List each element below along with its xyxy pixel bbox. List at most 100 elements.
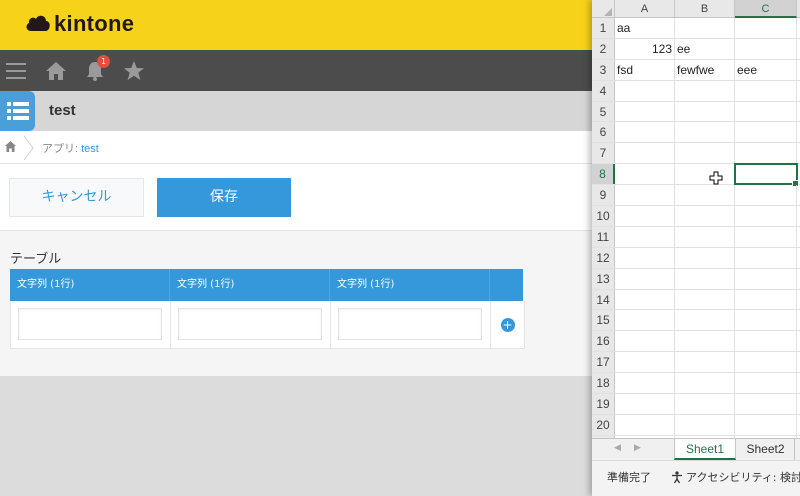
cell-b6[interactable] [675,122,735,143]
cell-c9[interactable] [735,185,797,206]
cell-a14[interactable] [615,289,675,310]
cell-a1[interactable]: aa [615,18,675,38]
notification-bell-icon[interactable]: 1 [80,50,110,91]
cell-c18[interactable] [735,373,797,394]
cell-b10[interactable] [675,206,735,226]
column-header-a[interactable]: A [615,0,675,18]
cell-a5[interactable] [615,101,675,122]
cell-a12[interactable] [615,247,675,268]
row-header[interactable]: 10 [592,206,615,226]
row-header[interactable]: 14 [592,289,615,310]
row-header[interactable]: 5 [592,101,615,122]
row-header[interactable]: 8 [592,164,615,185]
cell-c5[interactable] [735,101,797,122]
cell-b4[interactable] [675,80,735,101]
cell-a15[interactable] [615,310,675,331]
cell-c15[interactable] [735,310,797,331]
cell-a4[interactable] [615,80,675,101]
text-field[interactable] [18,308,162,340]
breadcrumb-home-icon[interactable] [4,140,17,153]
cell-c16[interactable] [735,331,797,352]
cell-b19[interactable] [675,394,735,414]
save-button[interactable]: 保存 [157,178,291,217]
cell-a6[interactable] [615,122,675,143]
cell-a19[interactable] [615,394,675,414]
row-header[interactable]: 19 [592,394,615,414]
accessibility-status[interactable]: アクセシビリティ: 検討が必要 [686,469,800,485]
row-header[interactable]: 18 [592,373,615,394]
row-header[interactable]: 17 [592,352,615,373]
cell-a17[interactable] [615,352,675,373]
cell-b18[interactable] [675,373,735,394]
cell-a11[interactable] [615,226,675,247]
text-field[interactable] [338,308,482,340]
app-list-icon[interactable] [0,91,35,131]
text-field[interactable] [178,308,322,340]
cell-b20[interactable] [675,414,735,435]
cell-a9[interactable] [615,185,675,206]
cell-b14[interactable] [675,289,735,310]
row-header[interactable]: 16 [592,331,615,352]
cell-a20[interactable] [615,414,675,435]
cell-b3[interactable]: fewfwe [675,59,735,80]
cell-b16[interactable] [675,331,735,352]
cancel-button[interactable]: キャンセル [9,178,144,217]
cell-c7[interactable] [735,143,797,164]
cell-c13[interactable] [735,268,797,289]
cell-a13[interactable] [615,268,675,289]
breadcrumb-app-link[interactable]: test [81,143,99,155]
cell-b5[interactable] [675,101,735,122]
column-header-c[interactable]: C [735,0,797,18]
cell-b8[interactable] [675,164,735,185]
cell-c4[interactable] [735,80,797,101]
cell-a3[interactable]: fsd [615,59,675,80]
cell-c10[interactable] [735,206,797,226]
sheet-tab-2[interactable]: Sheet2 [737,439,795,460]
cell-c19[interactable] [735,394,797,414]
row-header[interactable]: 13 [592,268,615,289]
cell-b13[interactable] [675,268,735,289]
row-header[interactable]: 7 [592,143,615,164]
cell-b17[interactable] [675,352,735,373]
cell-c20[interactable] [735,414,797,435]
cell-a10[interactable] [615,206,675,226]
accessibility-icon[interactable] [670,470,684,484]
cell-c17[interactable] [735,352,797,373]
add-row-icon[interactable]: + [500,317,515,332]
cell-c12[interactable] [735,247,797,268]
row-header[interactable]: 11 [592,226,615,247]
sheet-tab-1[interactable]: Sheet1 [674,439,736,460]
cell-a2[interactable]: 123 [615,38,675,59]
row-header[interactable]: 6 [592,122,615,143]
row-header[interactable]: 15 [592,310,615,331]
home-icon[interactable] [41,50,71,91]
cell-b9[interactable] [675,185,735,206]
cell-c2[interactable] [735,38,797,59]
cell-a16[interactable] [615,331,675,352]
cell-c8[interactable] [734,163,799,187]
cell-a8[interactable] [615,164,675,185]
cell-b12[interactable] [675,247,735,268]
row-header[interactable]: 4 [592,80,615,101]
cell-a7[interactable] [615,143,675,164]
cell-b11[interactable] [675,226,735,247]
menu-icon[interactable] [1,50,31,91]
cell-b7[interactable] [675,143,735,164]
select-all-corner[interactable] [592,0,615,18]
cell-c1[interactable] [735,18,797,38]
tab-scroll-left-icon[interactable]: ◀ [614,443,621,453]
row-header[interactable]: 3 [592,59,615,80]
cell-c6[interactable] [735,122,797,143]
row-header[interactable]: 9 [592,185,615,206]
cell-a18[interactable] [615,373,675,394]
row-header[interactable]: 20 [592,414,615,435]
column-header-b[interactable]: B [675,0,735,18]
row-header[interactable]: 1 [592,18,615,38]
cell-b2[interactable]: ee [675,38,735,59]
cell-b1[interactable] [675,18,735,38]
row-header[interactable]: 2 [592,38,615,59]
row-header[interactable]: 12 [592,247,615,268]
star-icon[interactable] [119,50,149,91]
cell-b15[interactable] [675,310,735,331]
kintone-logo[interactable]: kintone [24,11,134,37]
